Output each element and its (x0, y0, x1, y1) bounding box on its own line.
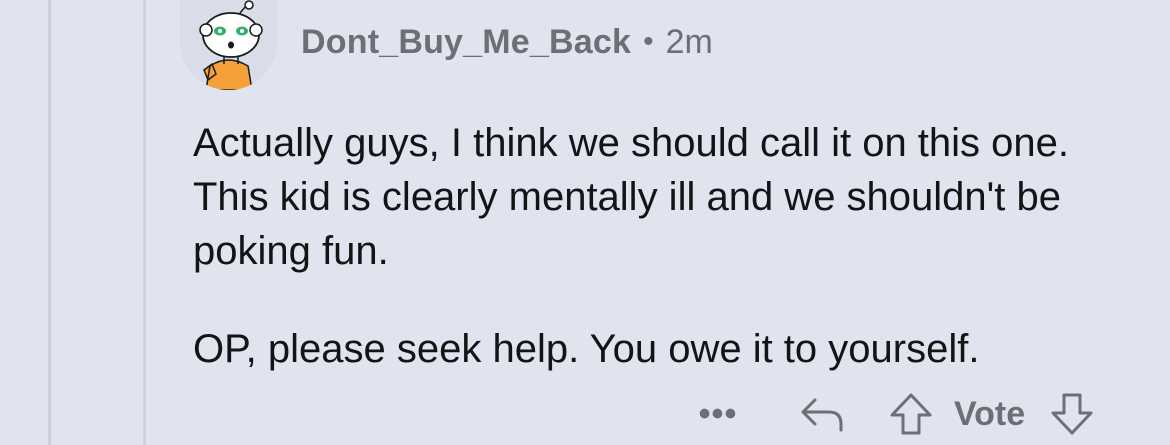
vote-count: Vote (954, 394, 1026, 433)
reply-button[interactable] (798, 394, 848, 434)
upvote-arrow-icon (890, 393, 932, 435)
downvote-button[interactable] (1047, 391, 1097, 437)
snoo-avatar-icon (199, 0, 263, 90)
comment-screen: Dont_Buy_Me_Back • 2m Actually guys, I t… (0, 0, 1170, 445)
avatar[interactable] (180, 0, 277, 90)
comment-age: 2m (665, 22, 713, 61)
username-link[interactable]: Dont_Buy_Me_Back (301, 23, 631, 62)
comment-body: Actually guys, I think we should call it… (193, 116, 1143, 376)
comment-meta: Dont_Buy_Me_Back • 2m (301, 20, 713, 64)
thread-line[interactable] (143, 0, 146, 445)
downvote-arrow-icon (1051, 393, 1093, 435)
comment-paragraph: OP, please seek help. You owe it to your… (193, 327, 980, 371)
reply-icon (801, 398, 843, 432)
upvote-button[interactable] (886, 391, 936, 437)
thread-line[interactable] (48, 0, 51, 445)
comment-actions: ••• Vote (690, 386, 1097, 442)
meta-separator: • (643, 25, 654, 58)
more-options-button[interactable]: ••• (690, 397, 746, 431)
comment-paragraph: Actually guys, I think we should call it… (193, 121, 1070, 273)
